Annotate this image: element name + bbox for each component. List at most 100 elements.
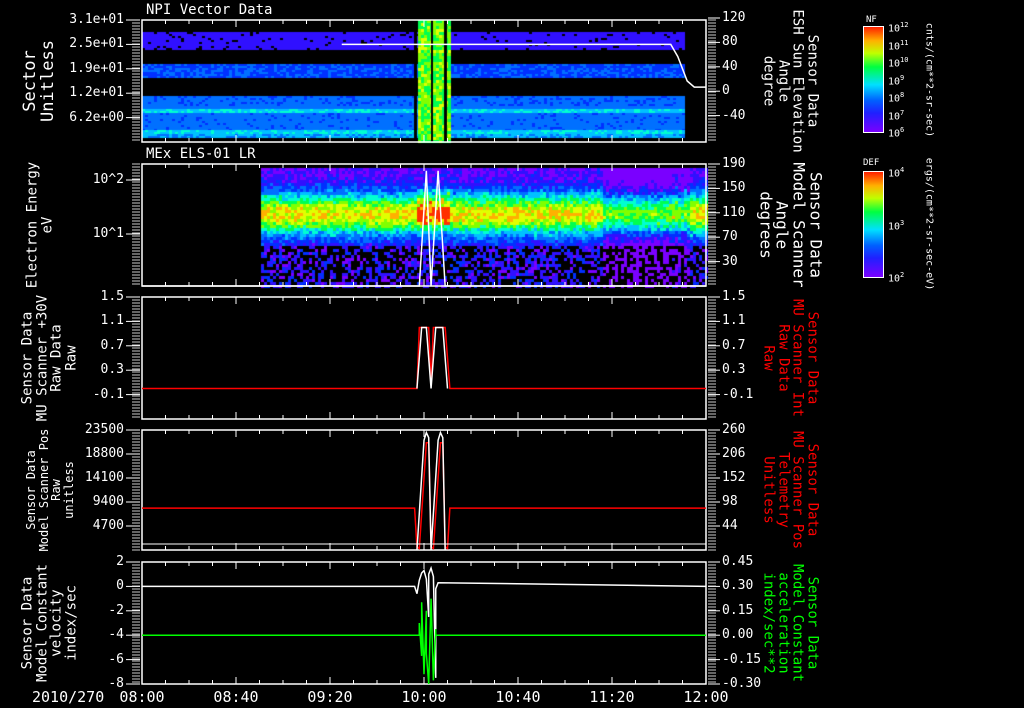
colorbar-tick-base: 10 <box>888 58 901 70</box>
right-tick-label: 44 <box>722 518 738 533</box>
right-tick-label: 0.7 <box>722 337 746 353</box>
right-tick-label: 80 <box>722 34 738 50</box>
colorbar-tick-base: 10 <box>888 93 901 105</box>
right-tick-label: 0.45 <box>722 554 754 569</box>
left-tick-label: 4700 <box>92 518 124 533</box>
left-tick-label: 0.3 <box>100 362 124 378</box>
left-tick-label: 1.5 <box>100 289 124 304</box>
colorbar-tick-base: 10 <box>888 23 901 35</box>
colorbar-tick-exponent: 7 <box>900 108 905 117</box>
colorbar-def-units: ergs/(cm**2-sr-sec-eV) <box>923 157 935 291</box>
left-tick-label: -6 <box>108 651 124 667</box>
colorbar-nf-tick: 1010 <box>888 56 908 69</box>
right-tick-label: -0.15 <box>722 651 762 667</box>
colorbar-tick-exponent: 8 <box>900 91 905 99</box>
time-tick-label: 08:00 <box>119 688 165 706</box>
left-tick-label: 2.5e+01 <box>69 36 124 52</box>
left-tick-label: -0.1 <box>92 386 124 402</box>
left-tick-label: -4 <box>108 627 124 643</box>
scanner-pos-line-0 <box>142 442 706 550</box>
colorbar-def-tick: 102 <box>888 271 904 284</box>
right-tick-label: 98 <box>722 494 738 509</box>
colorbar-nf <box>863 26 884 133</box>
right-axis-label: Sensor Data MU Scanner Int Raw Data Raw <box>760 298 821 418</box>
left-axis-label: Sensor Data Model Scanner Pos Raw unitle… <box>23 428 76 552</box>
time-tick-label: 11:20 <box>589 688 635 706</box>
left-tick-label: 14100 <box>84 470 124 485</box>
right-tick-label: 1.5 <box>722 289 746 304</box>
colorbar-tick-exponent: 2 <box>900 271 905 279</box>
right-tick-label: 70 <box>722 229 738 245</box>
left-tick-label: 9400 <box>92 494 124 509</box>
right-tick-label: 150 <box>722 180 746 196</box>
panel-title: NPI Vector Data <box>146 2 273 18</box>
right-tick-label: -0.1 <box>722 386 754 402</box>
time-tick-label: 10:40 <box>495 688 541 706</box>
time-tick-label: 09:20 <box>307 688 353 706</box>
colorbar-tick-exponent: 9 <box>900 73 905 82</box>
left-tick-label: 1.9e+01 <box>69 60 124 76</box>
colorbar-nf-title: NF <box>866 15 877 25</box>
right-tick-label: 0.00 <box>722 627 754 643</box>
left-axis-label: Sector Unitless <box>20 40 58 122</box>
right-tick-label: 0.15 <box>722 602 754 618</box>
right-axis-label: Sensor Data MU Scanner Pos Telemetry Uni… <box>760 430 821 550</box>
right-tick-label: 120 <box>722 10 746 25</box>
colorbar-tick-exponent: 12 <box>900 21 909 29</box>
right-axis-label: Sensor Data ESH Sun Elevation Angle degr… <box>760 9 821 153</box>
colorbar-tick-exponent: 10 <box>900 56 909 64</box>
colorbar-tick-exponent: 3 <box>900 218 905 227</box>
left-axis-label: Electron Energy eV <box>24 161 55 289</box>
right-tick-label: 110 <box>722 204 746 220</box>
colorbar-nf-tick: 108 <box>888 91 904 104</box>
colorbar-tick-base: 10 <box>888 110 901 122</box>
left-tick-label: 0 <box>116 578 124 594</box>
colorbar-tick-exponent: 4 <box>900 166 905 174</box>
right-tick-label: -40 <box>722 107 746 123</box>
right-tick-label: 206 <box>722 446 746 461</box>
colorbar-tick-exponent: 6 <box>900 126 905 134</box>
left-tick-label: 1.2e+01 <box>69 85 124 101</box>
colorbar-nf-tick: 109 <box>888 74 904 87</box>
colorbar-def <box>863 171 884 278</box>
time-tick-label: 12:00 <box>683 688 729 706</box>
right-tick-label: 190 <box>722 156 746 171</box>
date-label: 2010/270 <box>32 688 105 706</box>
right-tick-label: 260 <box>722 422 746 437</box>
left-tick-label: 2 <box>116 554 124 569</box>
time-tick-label: 10:00 <box>401 688 447 706</box>
colorbar-nf-tick: 107 <box>888 109 904 122</box>
colorbar-nf-tick: 106 <box>888 126 904 139</box>
scanner-angle-line <box>142 170 706 287</box>
right-tick-label: 152 <box>722 470 746 485</box>
colorbar-def-tick: 104 <box>888 166 904 179</box>
panel-frame <box>141 163 707 287</box>
right-tick-label: 30 <box>722 253 738 269</box>
colorbar-tick-base: 10 <box>888 40 901 52</box>
colorbar-tick-base: 10 <box>888 168 901 180</box>
left-axis-label: Sensor Data MU Scanner +30V Raw Data Raw <box>19 294 80 422</box>
colorbar-tick-base: 10 <box>888 128 901 140</box>
left-tick-label: 10^2 <box>92 172 124 187</box>
right-tick-label: 1.1 <box>722 313 746 329</box>
left-tick-label: 23500 <box>84 422 124 437</box>
left-tick-label: 10^1 <box>92 226 124 241</box>
left-tick-label: 1.1 <box>100 313 124 329</box>
panel-frame <box>141 19 707 143</box>
model-constant-line-1 <box>142 598 706 685</box>
colorbar-tick-base: 10 <box>888 273 901 285</box>
right-axis-label: Sensor Data Model Constant acceleration … <box>760 563 821 683</box>
panel-title: MEx ELS-01 LR <box>146 146 256 162</box>
plot-figure: 3.1e+01 2.5e+01 1.9e+01 1.2e+01 6.2e+00 120 80… <box>0 0 1024 708</box>
colorbar-tick-base: 10 <box>888 75 901 87</box>
colorbar-nf-tick: 1011 <box>888 39 908 52</box>
left-tick-label: 6.2e+00 <box>69 109 124 125</box>
colorbar-def-tick: 103 <box>888 219 904 232</box>
colorbar-tick-base: 10 <box>888 220 901 232</box>
time-tick-label: 08:40 <box>213 688 259 706</box>
right-tick-label: 0.30 <box>722 578 754 594</box>
colorbar-def-title: DEF <box>863 158 880 168</box>
left-tick-label: -2 <box>108 602 124 618</box>
right-tick-label: 0 <box>722 83 730 99</box>
left-axis-label: Sensor Data Model Constant velocity inde… <box>19 563 80 683</box>
